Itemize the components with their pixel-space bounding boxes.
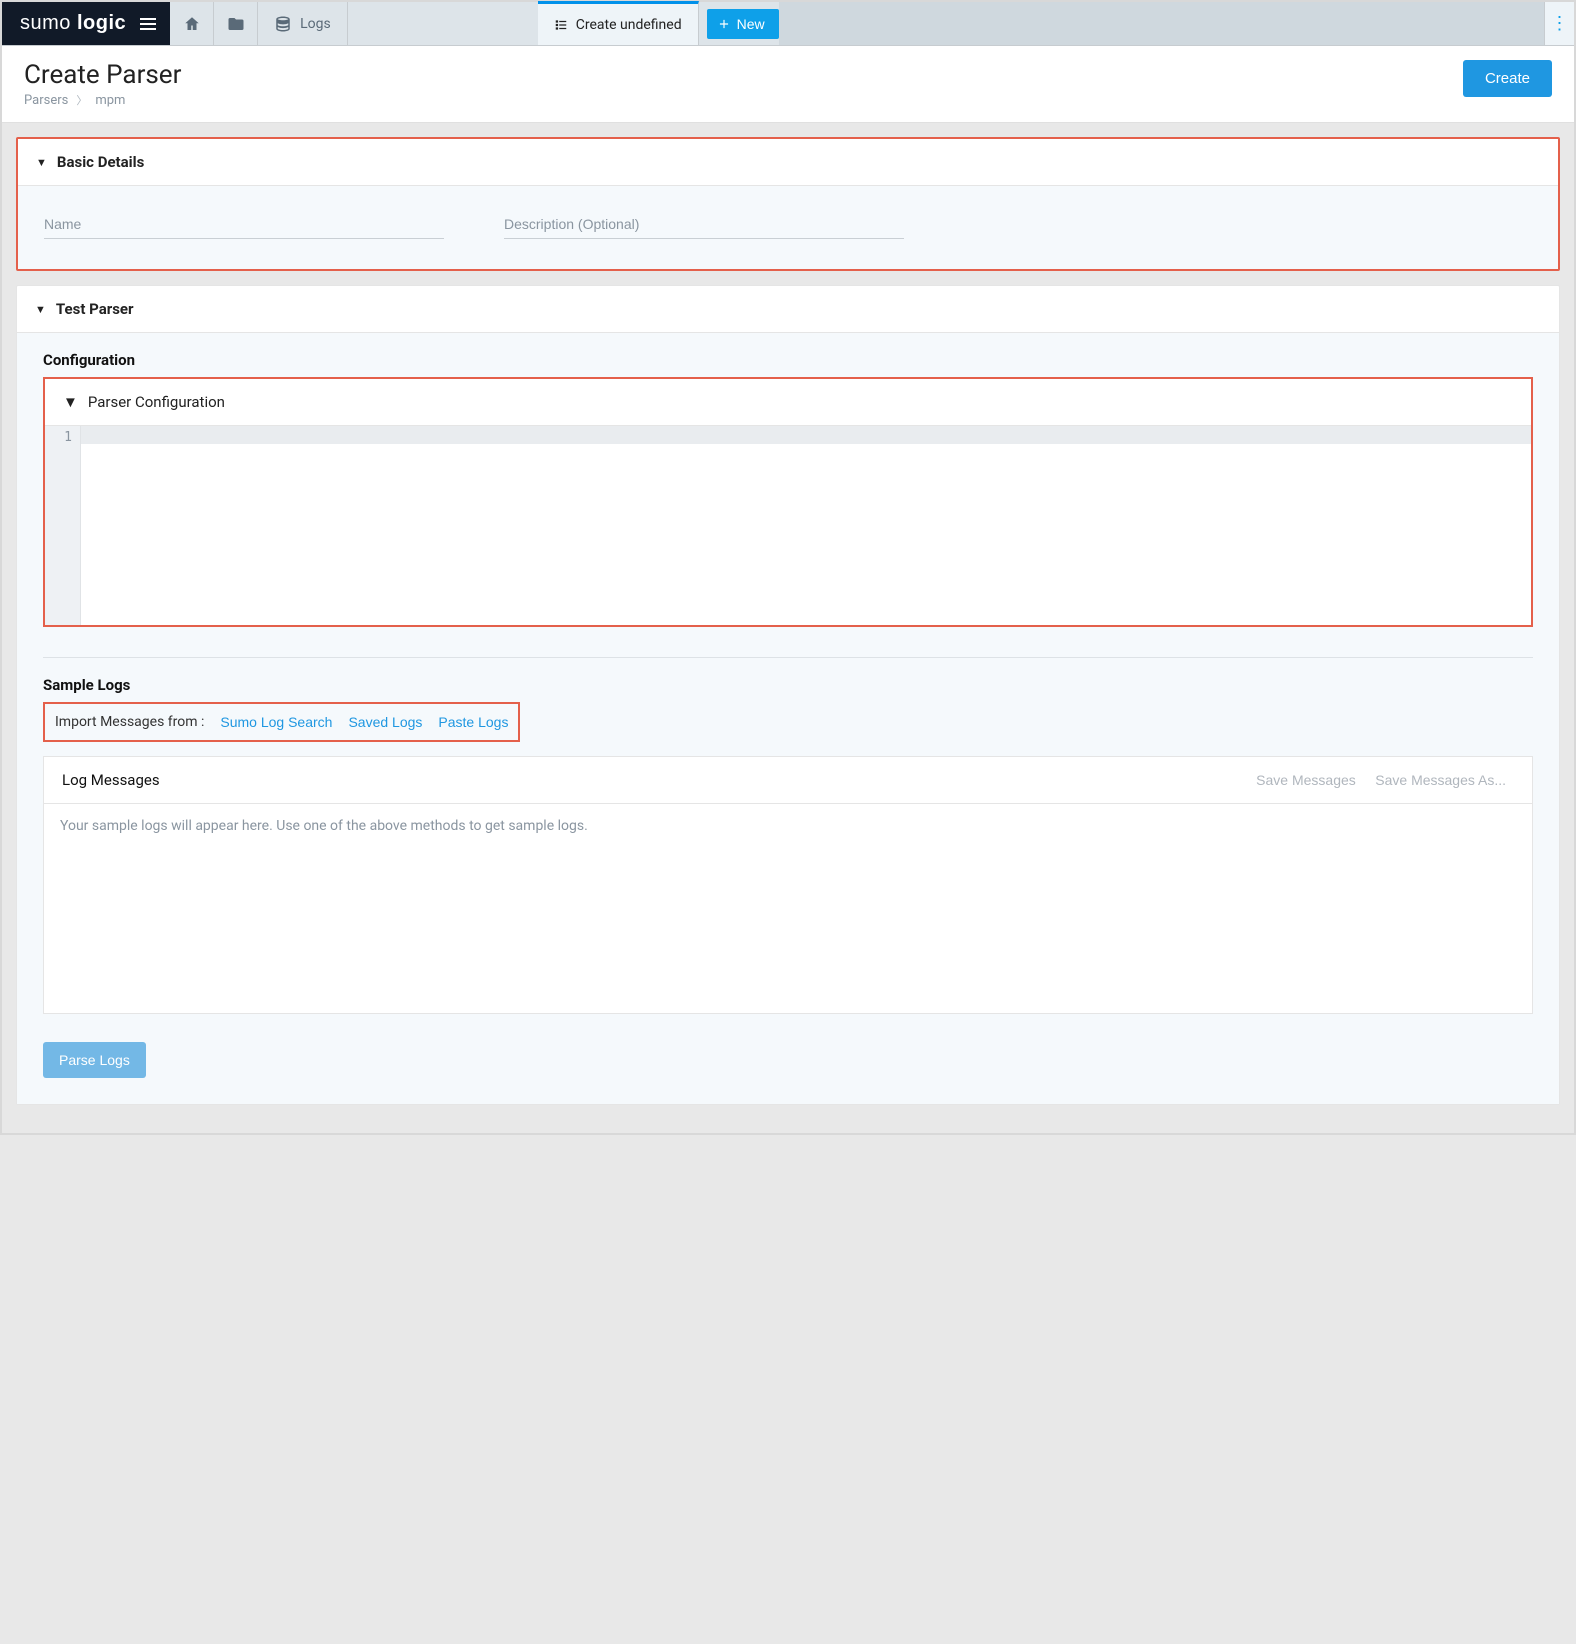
panel-basic-details: ▼ Basic Details [16,137,1560,271]
code-area[interactable] [81,426,1531,625]
chevron-right-icon: 〉 [76,92,87,108]
parser-config-header[interactable]: ▼ Parser Configuration [45,379,1531,425]
import-label: Import Messages from : [55,714,204,730]
link-saved-logs[interactable]: Saved Logs [348,714,422,730]
parser-config-panel: ▼ Parser Configuration 1 [43,377,1533,627]
parser-config-title: Parser Configuration [88,393,225,411]
breadcrumb-root[interactable]: Parsers [24,93,68,108]
panel-basic-details-title: Basic Details [57,153,144,171]
new-button-label: New [737,16,765,32]
top-bar: sumo logic Logs Create undefined New [2,2,1574,46]
code-editor[interactable]: 1 [45,425,1531,625]
name-input[interactable] [44,210,444,239]
panel-test-parser-title: Test Parser [56,300,134,318]
create-button[interactable]: Create [1463,60,1552,97]
caret-down-icon: ▼ [36,156,47,169]
page-title: Create Parser [24,60,181,90]
save-messages-as-button[interactable]: Save Messages As... [1367,772,1514,788]
database-icon [274,15,292,33]
caret-down-icon: ▼ [63,393,78,411]
plus-icon [717,17,731,31]
panel-basic-details-header[interactable]: ▼ Basic Details [18,139,1558,185]
breadcrumb-leaf: mpm [95,93,125,108]
line-number: 1 [45,430,72,445]
breadcrumb: Parsers 〉 mpm [24,92,181,108]
tab-create-label: Create undefined [576,17,682,33]
log-messages-body[interactable]: Your sample logs will appear here. Use o… [44,803,1532,1013]
log-messages-placeholder: Your sample logs will appear here. Use o… [60,818,588,834]
library-button[interactable] [214,2,258,45]
link-paste-logs[interactable]: Paste Logs [438,714,508,730]
more-button[interactable]: ⋮ [1544,2,1574,45]
brand-part2: logic [77,12,126,34]
sample-logs-heading: Sample Logs [43,676,1533,694]
save-messages-button[interactable]: Save Messages [1248,772,1364,788]
tab-create[interactable]: Create undefined [538,1,699,45]
configuration-heading: Configuration [43,351,1533,369]
menu-icon[interactable] [140,18,156,30]
folder-icon [227,15,245,33]
caret-down-icon: ▼ [35,303,46,316]
home-button[interactable] [170,2,214,45]
new-button[interactable]: New [707,9,779,39]
page-header: Create Parser Parsers 〉 mpm Create [2,46,1574,123]
code-gutter: 1 [45,426,81,625]
home-icon [183,15,201,33]
tab-logs[interactable]: Logs [258,2,348,45]
import-messages-row: Import Messages from : Sumo Log Search S… [43,702,520,742]
log-messages-panel: Log Messages Save Messages Save Messages… [43,756,1533,1014]
brand-part1: sumo [20,12,71,34]
description-input[interactable] [504,210,904,239]
link-sumo-log-search[interactable]: Sumo Log Search [220,714,332,730]
panel-test-parser-header[interactable]: ▼ Test Parser [17,286,1559,332]
panel-test-parser: ▼ Test Parser Configuration ▼ Parser Con… [16,285,1560,1105]
kebab-icon: ⋮ [1551,13,1569,34]
create-icon [554,18,568,32]
tab-logs-label: Logs [300,16,331,32]
parse-logs-button[interactable]: Parse Logs [43,1042,146,1078]
log-messages-title: Log Messages [62,771,160,789]
brand-logo: sumo logic [2,2,170,45]
